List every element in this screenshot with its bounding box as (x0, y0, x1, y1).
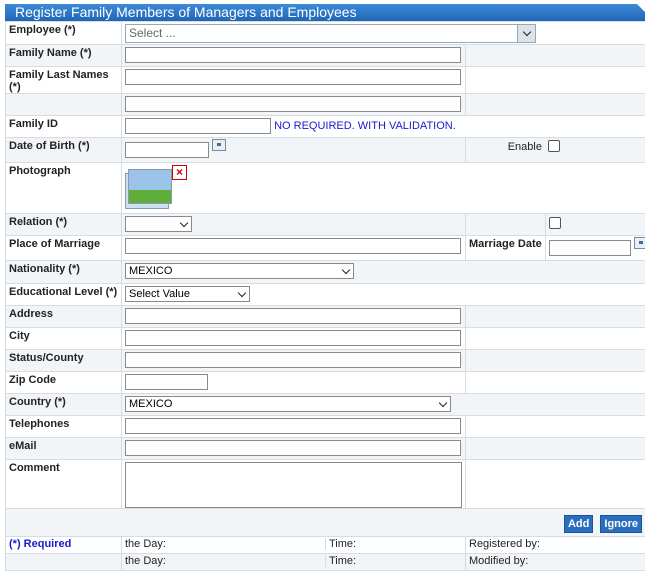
nationality-value: MEXICO (129, 265, 173, 277)
modified-day-label: the Day: (125, 555, 166, 567)
nationality-select[interactable]: MEXICO (125, 263, 354, 279)
city-input[interactable] (125, 330, 461, 346)
country-select[interactable]: MEXICO (125, 396, 451, 412)
row-date-of-birth: Date of Birth (*) Enable (5, 137, 645, 163)
row-country: Country (*) MEXICO (5, 393, 645, 416)
comment-textarea[interactable] (125, 462, 462, 508)
row-address: Address (5, 305, 645, 328)
remove-photo-icon[interactable]: × (172, 165, 187, 180)
family-name-label: Family Name (*) (5, 44, 122, 67)
family-last-names-label: Family Last Names (*) (5, 66, 122, 94)
employee-dropdown-button[interactable] (517, 25, 535, 42)
photograph-placeholder[interactable]: × (125, 165, 195, 210)
chevron-down-icon (179, 218, 189, 228)
row-nationality: Nationality (*) MEXICO (5, 260, 645, 284)
employee-label: Employee (*) (5, 21, 122, 45)
marriage-date-label: Marriage Date (465, 235, 546, 261)
family-id-note: NO REQUIRED. WITH VALIDATION. (274, 120, 456, 132)
country-value: MEXICO (129, 398, 173, 410)
relation-label: Relation (*) (5, 213, 122, 236)
email-input[interactable] (125, 440, 461, 456)
relation-select[interactable] (125, 216, 192, 232)
calendar-icon[interactable] (634, 237, 645, 249)
row-educational-level: Educational Level (*) Select Value (5, 283, 645, 306)
family-last-name-1-input[interactable] (125, 69, 461, 85)
telephones-label: Telephones (5, 415, 122, 438)
family-member-form: Employee (*) Select ... Family Name (*) … (4, 21, 645, 571)
image-icon (128, 169, 172, 204)
row-photograph: Photograph × (5, 162, 645, 214)
row-relation: Relation (*) (5, 213, 645, 236)
row-email: eMail (5, 437, 645, 460)
status-county-label: Status/County (5, 349, 122, 372)
row-employee: Employee (*) Select ... (5, 21, 645, 45)
family-id-label: Family ID (5, 115, 122, 138)
row-family-last-names: Family Last Names (*) (5, 66, 645, 94)
calendar-icon[interactable] (212, 139, 227, 151)
chevron-down-icon (438, 398, 448, 408)
row-family-id: Family ID NO REQUIRED. WITH VALIDATION. (5, 115, 645, 138)
family-id-input[interactable] (125, 118, 271, 134)
educational-level-select[interactable]: Select Value (125, 286, 250, 302)
place-of-marriage-label: Place of Marriage (5, 235, 122, 261)
employee-placeholder: Select ... (129, 26, 176, 40)
address-label: Address (5, 305, 122, 328)
family-last-name-2-input[interactable] (125, 96, 461, 112)
family-name-input[interactable] (125, 47, 461, 63)
form-title: Register Family Members of Managers and … (15, 4, 357, 20)
chevron-down-icon (341, 265, 351, 275)
status-county-input[interactable] (125, 352, 461, 368)
row-family-last-names-2 (5, 93, 645, 116)
row-city: City (5, 327, 645, 350)
employee-select[interactable]: Select ... (125, 24, 536, 43)
chevron-down-icon (237, 288, 247, 298)
row-place-of-marriage: Place of Marriage Marriage Date (5, 235, 645, 261)
form-title-bar: Register Family Members of Managers and … (5, 4, 645, 21)
registered-by-label: Registered by: (464, 536, 645, 554)
photograph-label: Photograph (5, 162, 122, 214)
date-of-birth-label: Date of Birth (*) (5, 137, 122, 163)
required-note: (*) Required (5, 536, 122, 554)
telephones-input[interactable] (125, 418, 461, 434)
row-actions: Add Ignore (4, 508, 645, 537)
educational-level-value: Select Value (129, 288, 190, 300)
address-input[interactable] (125, 308, 461, 324)
comment-label: Comment (5, 459, 122, 509)
row-registered: (*) Required the Day: Time: Registered b… (5, 536, 645, 554)
marriage-date-input[interactable] (549, 240, 631, 256)
country-label: Country (*) (5, 393, 122, 416)
relation-checkbox[interactable] (549, 217, 561, 229)
nationality-label: Nationality (*) (5, 260, 122, 284)
enable-checkbox[interactable] (548, 140, 561, 152)
educational-level-label: Educational Level (*) (5, 283, 122, 306)
zip-code-label: Zip Code (5, 371, 122, 394)
row-family-name: Family Name (*) (5, 44, 645, 67)
enable-label: Enable (507, 141, 542, 153)
place-of-marriage-input[interactable] (125, 238, 461, 254)
modified-time-label: Time: (325, 555, 465, 567)
row-zip-code: Zip Code (5, 371, 645, 394)
email-label: eMail (5, 437, 122, 460)
ignore-button[interactable]: Ignore (600, 515, 643, 533)
row-modified: the Day: Time: Modified by: (5, 553, 645, 571)
row-comment: Comment (5, 459, 645, 509)
registered-time-label: Time: (325, 538, 465, 550)
registered-day-label: the Day: (125, 538, 166, 550)
modified-by-label: Modified by: (464, 553, 645, 571)
title-corner (637, 4, 645, 12)
city-label: City (5, 327, 122, 350)
date-of-birth-input[interactable] (125, 142, 209, 158)
add-button[interactable]: Add (563, 515, 594, 533)
chevron-down-icon (522, 27, 532, 37)
row-telephones: Telephones (5, 415, 645, 438)
row-status-county: Status/County (5, 349, 645, 372)
zip-code-input[interactable] (125, 374, 208, 390)
